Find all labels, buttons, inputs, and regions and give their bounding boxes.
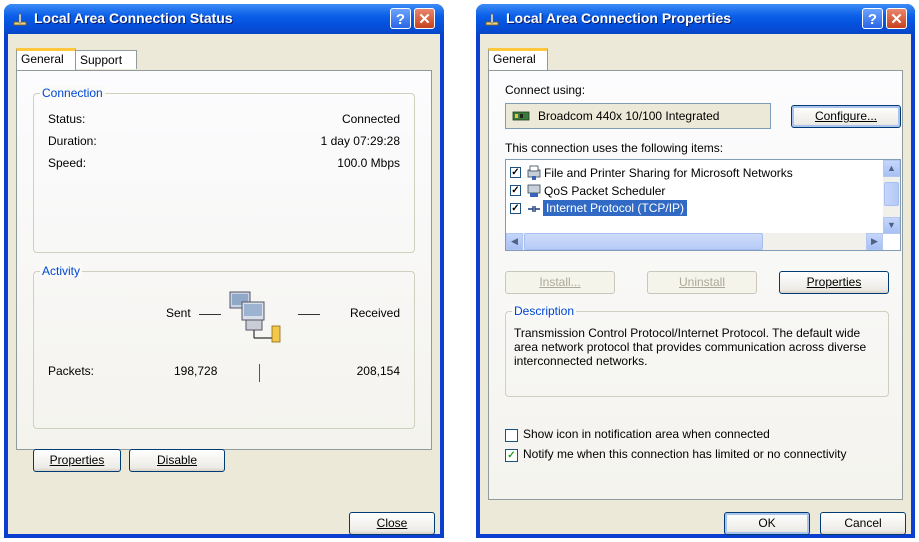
status-window-title: Local Area Connection Status <box>34 10 233 26</box>
list-item-label-selected: Internet Protocol (TCP/IP) <box>541 199 689 217</box>
network-adapter-icon <box>512 111 530 121</box>
notify-option[interactable]: ✓ Notify me when this connection has lim… <box>505 447 895 463</box>
sent-label: Sent <box>166 306 191 320</box>
checkbox-file-printer[interactable]: ✓ <box>510 167 521 178</box>
list-vertical-scrollbar[interactable]: ▲ ▼ <box>883 160 900 234</box>
properties-tab-panel: Connect using: Broadcom 440x 10/100 Inte… <box>488 70 903 500</box>
checkbox-qos[interactable]: ✓ <box>510 185 521 196</box>
adapter-name: Broadcom 440x 10/100 Integrated <box>538 109 720 123</box>
scroll-down-icon[interactable]: ▼ <box>883 217 900 234</box>
show-icon-label: Show icon in notification area when conn… <box>523 427 770 441</box>
status-tab-panel: Connection Status: Connected Duration: 1… <box>16 70 432 472</box>
connection-group: Connection Status: Connected Duration: 1… <box>33 86 415 253</box>
checkbox-tcpip[interactable]: ✓ <box>510 203 521 214</box>
description-text: Transmission Control Protocol/Internet P… <box>514 326 867 368</box>
adapter-box: Broadcom 440x 10/100 Integrated <box>505 103 771 129</box>
properties-button-label: Properties <box>806 275 862 289</box>
list-item-qos[interactable]: ✓ QoS Packet Scheduler <box>510 182 880 200</box>
packets-sent-value: 198,728 <box>174 364 218 378</box>
speed-value: 100.0 Mbps <box>337 156 400 170</box>
tab-general[interactable]: General <box>16 48 76 70</box>
properties-titlebar[interactable]: Local Area Connection Properties ? ✕ <box>476 4 915 34</box>
close-button[interactable]: Close <box>349 512 435 535</box>
properties-client-area: General Connect using: Broadcom 440x 10/… <box>480 34 911 535</box>
properties-window-title: Local Area Connection Properties <box>506 10 732 26</box>
status-window: Local Area Connection Status ? ✕ General… <box>4 4 444 538</box>
install-button-label: Install... <box>539 275 581 289</box>
description-legend: Description <box>512 304 577 318</box>
packets-divider <box>259 364 260 382</box>
connect-using-label: Connect using: <box>505 83 586 97</box>
network-computers-icon <box>229 291 281 343</box>
list-item-label: File and Printer Sharing for Microsoft N… <box>544 166 793 180</box>
ok-button-label: OK <box>758 516 776 530</box>
vscroll-thumb[interactable] <box>884 182 899 206</box>
printer-sharing-icon <box>527 165 541 180</box>
speed-label: Speed: <box>48 156 87 170</box>
packets-received-value: 208,154 <box>356 364 400 378</box>
activity-legend: Activity <box>40 264 83 278</box>
hscroll-thumb[interactable] <box>524 233 763 250</box>
help-icon[interactable]: ? <box>390 8 411 29</box>
notify-label: Notify me when this connection has limit… <box>523 447 847 461</box>
show-icon-option[interactable]: Show icon in notification area when conn… <box>505 427 885 443</box>
configure-button[interactable]: Configure... <box>791 105 901 128</box>
configure-button-label: Configure... <box>814 109 878 123</box>
received-label: Received <box>349 306 400 320</box>
qos-icon <box>527 184 541 197</box>
help-icon[interactable]: ? <box>862 8 883 29</box>
list-horizontal-scrollbar[interactable]: ◀ ▶ <box>506 233 883 250</box>
components-list[interactable]: ✓ File and Printer Sharing for Microsoft… <box>505 159 901 251</box>
tab-general[interactable]: General <box>488 48 548 70</box>
status-label: Status: <box>48 112 86 126</box>
notify-checkbox[interactable]: ✓ <box>505 449 518 462</box>
install-button[interactable]: Install... <box>505 271 615 294</box>
packets-label: Packets: <box>48 364 95 378</box>
cancel-button-label: Cancel <box>844 516 882 530</box>
uninstall-button[interactable]: Uninstall <box>647 271 757 294</box>
connection-legend: Connection <box>40 86 105 100</box>
properties-button[interactable]: Properties <box>779 271 889 294</box>
show-icon-checkbox[interactable] <box>505 429 518 442</box>
status-client-area: General Support Connection Status: Conne… <box>8 34 440 535</box>
scroll-left-icon[interactable]: ◀ <box>506 233 523 250</box>
tab-support[interactable]: Support <box>75 50 137 69</box>
properties-button[interactable]: Properties <box>33 449 121 472</box>
list-item-tcpip[interactable]: ✓ Internet Protocol (TCP/IP) <box>510 199 880 218</box>
properties-button-label: Properties <box>49 453 105 467</box>
scroll-up-icon[interactable]: ▲ <box>883 160 900 177</box>
items-label: This connection uses the following items… <box>505 141 724 155</box>
received-line <box>298 314 320 315</box>
cancel-button[interactable]: Cancel <box>820 512 906 535</box>
close-x-icon[interactable]: ✕ <box>414 8 435 29</box>
ok-button[interactable]: OK <box>724 512 810 535</box>
network-plug-icon <box>13 13 27 26</box>
disable-button[interactable]: Disable <box>129 449 225 472</box>
close-button-label: Close <box>376 516 408 530</box>
duration-label: Duration: <box>48 134 97 148</box>
properties-window: Local Area Connection Properties ? ✕ Gen… <box>476 4 915 538</box>
close-x-icon[interactable]: ✕ <box>886 8 907 29</box>
status-value: Connected <box>341 112 400 126</box>
disable-button-label: Disable <box>156 453 198 467</box>
duration-value: 1 day 07:29:28 <box>320 134 400 148</box>
list-item-file-printer[interactable]: ✓ File and Printer Sharing for Microsoft… <box>510 164 880 182</box>
activity-group: Activity Sent Received Packets: 198,728 <box>33 264 415 429</box>
list-item-label: QoS Packet Scheduler <box>544 184 666 198</box>
status-titlebar[interactable]: Local Area Connection Status ? ✕ <box>4 4 444 34</box>
uninstall-button-label: Uninstall <box>678 275 726 289</box>
sent-line <box>199 314 221 315</box>
protocol-icon <box>528 206 540 212</box>
scroll-right-icon[interactable]: ▶ <box>866 233 883 250</box>
network-plug-icon <box>485 13 499 26</box>
description-group: Description Transmission Control Protoco… <box>505 304 889 397</box>
